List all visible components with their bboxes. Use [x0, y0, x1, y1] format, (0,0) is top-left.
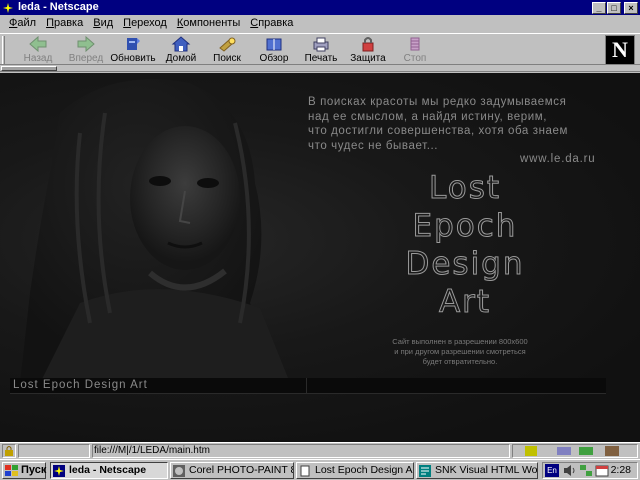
footer-divider [306, 378, 307, 394]
resolution-line: и при другом разрешении смотреться [394, 347, 526, 356]
windows-flag-icon [5, 465, 18, 476]
netscape-icon [53, 465, 65, 477]
stop-icon [410, 37, 420, 51]
task-netscape[interactable]: leda - Netscape [50, 462, 168, 479]
guide-button[interactable]: Обзор [256, 36, 292, 66]
speaker-icon[interactable] [563, 464, 577, 477]
menu-edit[interactable]: Правка [41, 15, 88, 32]
site-url-text: www.le.da.ru [520, 153, 596, 165]
status-bar: file:///M|/1/LEDA/main.htm [0, 442, 640, 459]
menu-file[interactable]: Файл [4, 15, 41, 32]
footer-title: Lost Epoch Design Art [13, 379, 148, 391]
logo-line: Design [405, 246, 525, 283]
quote-line: над ее смыслом, а найдя истину, верим, [308, 110, 548, 123]
guide-book-icon [266, 38, 282, 51]
portrait-image [20, 79, 290, 383]
quote-line: что достигли совершенства, хотя оба знае… [308, 125, 569, 137]
clock[interactable]: 2:28 [611, 463, 631, 478]
start-label: Пуск [21, 464, 47, 476]
logo-line: Art [438, 284, 492, 321]
progress-meter [18, 444, 90, 458]
minimize-button[interactable]: _ [592, 1, 606, 14]
menu-help[interactable]: Справка [245, 15, 298, 32]
logo-line: Lost [429, 170, 501, 207]
quote-line: В поисках красоты мы редко задумываемся [308, 96, 567, 108]
menu-go[interactable]: Переход [118, 15, 172, 32]
component-icons [525, 446, 619, 456]
netscape-app-icon[interactable] [2, 1, 14, 14]
search-flashlight-icon [219, 37, 236, 52]
start-button[interactable]: Пуск [2, 462, 46, 479]
page-viewport[interactable]: В поисках красоты мы редко задумываемся … [0, 73, 640, 442]
network-icon[interactable] [579, 464, 593, 477]
forward-button[interactable]: Вперед [64, 36, 108, 66]
corel-icon [173, 465, 185, 477]
scheduler-icon[interactable] [595, 464, 609, 477]
back-arrow-icon [29, 36, 47, 52]
maximize-button[interactable]: □ [607, 1, 621, 14]
intro-quote: В поисках красоты мы редко задумываемся … [308, 95, 598, 153]
task-corel[interactable]: Corel PHOTO-PAINT 8 - ... [170, 462, 294, 479]
close-button[interactable]: × [624, 1, 638, 14]
language-indicator[interactable]: En [545, 464, 559, 477]
toolbar-tabs-strip [0, 66, 640, 72]
system-tray: En 2:28 [542, 462, 638, 479]
stop-button[interactable]: Стоп [400, 36, 430, 66]
menu-components[interactable]: Компоненты [172, 15, 245, 32]
menu-view[interactable]: Вид [88, 15, 118, 32]
window-titlebar[interactable]: leda - Netscape _ □ × [0, 0, 640, 15]
toolbar-grip[interactable] [2, 36, 5, 64]
document-icon [300, 465, 310, 477]
reload-icon [127, 38, 140, 50]
quote-line: что чудес не бывает... [308, 139, 439, 152]
site-logo-title[interactable]: Lost Epoch Design Art [360, 169, 570, 321]
resolution-line: Сайт выполнен в разрешении 800x600 [392, 337, 528, 346]
window-title: leda - Netscape [18, 1, 99, 13]
windows-taskbar: Пуск leda - Netscape Corel PHOTO-PAINT 8… [0, 459, 640, 480]
security-button[interactable]: Защита [348, 36, 388, 66]
reload-button[interactable]: Обновить [110, 36, 156, 66]
home-icon [171, 36, 191, 52]
page-footer-bar: Lost Epoch Design Art [10, 378, 606, 394]
lock-icon [362, 37, 374, 52]
security-status-icon[interactable] [2, 444, 16, 458]
task-lost-epoch[interactable]: Lost Epoch Design Art | ... [296, 462, 414, 479]
resolution-line: будет отвратительно. [422, 357, 498, 366]
forward-arrow-icon [77, 36, 95, 52]
printer-icon [313, 37, 329, 52]
back-button[interactable]: Назад [18, 36, 58, 66]
collapse-toolbar-tab[interactable] [1, 66, 57, 71]
search-button[interactable]: Поиск [210, 36, 244, 66]
component-bar [512, 444, 638, 458]
status-url: file:///M|/1/LEDA/main.htm [94, 445, 210, 456]
snk-editor-icon [419, 465, 431, 477]
logo-line: Epoch [412, 208, 518, 245]
resolution-note: Сайт выполнен в разрешении 800x600 и при… [350, 337, 570, 367]
home-button[interactable]: Домой [162, 36, 200, 66]
print-button[interactable]: Печать [302, 36, 340, 66]
netscape-logo[interactable]: N [605, 35, 635, 65]
task-snk-html[interactable]: SNK Visual HTML Work... [416, 462, 538, 479]
navigation-toolbar: Назад Вперед Обновить Домой Поиск Обзор … [0, 33, 640, 65]
menu-bar: Файл Правка Вид Переход Компоненты Справ… [0, 15, 640, 32]
netscape-logo-letter: N [612, 37, 628, 62]
padlock-icon [5, 446, 13, 456]
